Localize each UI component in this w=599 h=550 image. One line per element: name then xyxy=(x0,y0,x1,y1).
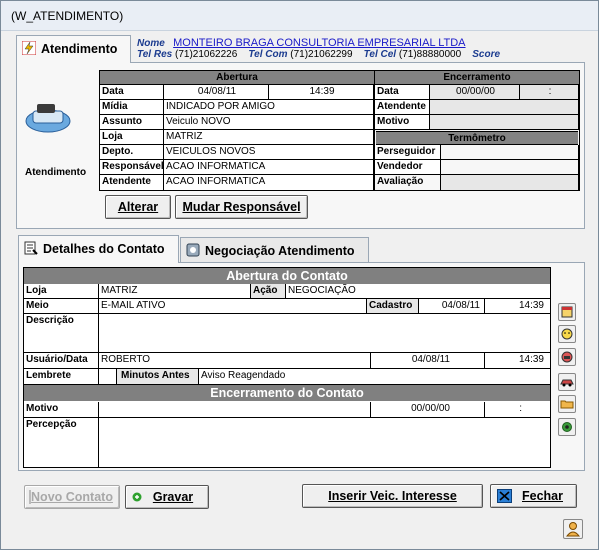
usuario-label: Usuário/Data xyxy=(24,353,99,369)
gear-icon[interactable] xyxy=(558,418,576,436)
tel-cel-value: (71)88880000 xyxy=(398,49,462,60)
tel-res-value: (71)21062226 xyxy=(174,49,238,60)
gravar-button[interactable]: Gravar xyxy=(125,485,209,509)
atendente-label: Atendente xyxy=(100,175,164,190)
percepcao-label: Percepção xyxy=(24,418,99,467)
user-icon[interactable] xyxy=(563,519,583,539)
atendimento-caption: Atendimento xyxy=(25,167,87,178)
contact-details-icon xyxy=(24,241,38,255)
perseguidor-value[interactable] xyxy=(441,145,579,160)
phone-icon[interactable] xyxy=(558,348,576,366)
tab-detalhes-label: Detalhes do Contato xyxy=(43,242,165,256)
percepcao-field[interactable] xyxy=(99,418,550,467)
client-phones-row: Tel Res (71)21062226 Tel Com (71)2106229… xyxy=(137,49,500,60)
inserir-veic-interesse-button[interactable]: Inserir Veic. Interesse xyxy=(302,484,483,508)
aviso-value[interactable]: Aviso Reagendado xyxy=(199,369,550,385)
encerramento-header: Encerramento xyxy=(375,71,579,85)
midia-label: Mídia xyxy=(100,100,164,115)
vendedor-label: Vendedor xyxy=(375,160,441,175)
contato-motivo-value[interactable] xyxy=(99,402,371,418)
lightning-icon xyxy=(22,41,36,55)
meio-label: Meio xyxy=(24,299,99,314)
fechar-button[interactable]: Fechar xyxy=(490,484,577,508)
abertura-hora-value[interactable]: 14:39 xyxy=(269,85,374,100)
enc-motivo-label: Motivo xyxy=(375,115,430,130)
assunto-value[interactable]: Veiculo NOVO xyxy=(164,115,374,130)
cadastro-hora[interactable]: 14:39 xyxy=(485,299,550,314)
perseguidor-label: Perseguidor xyxy=(375,145,441,160)
smiley-icon[interactable] xyxy=(558,325,576,343)
atendimento-icon xyxy=(25,104,71,133)
meio-value[interactable]: E-MAIL ATIVO xyxy=(99,299,367,314)
responsavel-label: Responsável xyxy=(100,160,164,175)
encerramento-contato-header: Encerramento do Contato xyxy=(24,385,550,401)
lembrete-label: Lembrete xyxy=(24,369,99,385)
folder-icon[interactable] xyxy=(558,395,576,413)
atendente-value[interactable]: ACAO INFORMATICA xyxy=(164,175,374,190)
tel-res-label: Tel Res xyxy=(137,49,173,60)
mudar-responsavel-button[interactable]: Mudar Responsável xyxy=(175,195,308,219)
close-icon xyxy=(497,489,512,503)
abertura-contato-header: Abertura do Contato xyxy=(24,268,550,284)
enc-motivo-value[interactable] xyxy=(430,115,579,130)
assunto-label: Assunto xyxy=(100,115,164,130)
car-icon[interactable] xyxy=(558,373,576,391)
acao-label: Ação xyxy=(251,284,286,299)
novo-contato-button[interactable]: Novo Contato xyxy=(24,485,120,509)
midia-value[interactable]: INDICADO POR AMIGO xyxy=(164,100,374,115)
window: (W_ATENDIMENTO) Atendimento Nome MONTEIR… xyxy=(0,0,599,550)
enc-hora-value[interactable]: : xyxy=(520,85,579,100)
lembrete-checkbox[interactable] xyxy=(99,369,117,385)
tab-negociacao[interactable]: Negociação Atendimento xyxy=(180,237,369,263)
contato-motivo-data[interactable]: 00/00/00 xyxy=(371,402,485,418)
contato-loja-value[interactable]: MATRIZ xyxy=(99,284,251,299)
tab-atendimento-label: Atendimento xyxy=(41,42,118,56)
client-name-row: Nome MONTEIRO BRAGA CONSULTORIA EMPRESAR… xyxy=(137,37,466,49)
acao-value[interactable]: NEGOCIAÇÃO xyxy=(286,284,550,299)
enc-data-value[interactable]: 00/00/00 xyxy=(430,85,520,100)
save-icon xyxy=(132,492,142,502)
calendar-icon[interactable] xyxy=(558,303,576,321)
usuario-hora[interactable]: 14:39 xyxy=(485,353,550,369)
tel-com-value: (71)21062299 xyxy=(290,49,353,60)
enc-atendente-value[interactable] xyxy=(430,100,579,115)
usuario-data[interactable]: 04/08/11 xyxy=(371,353,485,369)
alterar-button[interactable]: Alterar xyxy=(105,195,171,219)
depto-label: Depto. xyxy=(100,145,164,160)
score-label: Score xyxy=(472,49,501,60)
loja-value[interactable]: MATRIZ xyxy=(164,130,374,145)
enc-atendente-label: Atendente xyxy=(375,100,430,115)
tab-negociacao-label: Negociação Atendimento xyxy=(205,244,355,258)
data-label: Data xyxy=(100,85,164,100)
tel-cel-label: Tel Cel xyxy=(363,49,397,60)
enc-data-label: Data xyxy=(375,85,430,100)
cadastro-data[interactable]: 04/08/11 xyxy=(419,299,485,314)
contato-motivo-hora[interactable]: : xyxy=(485,402,550,418)
vendedor-value[interactable] xyxy=(441,160,579,175)
abertura-header: Abertura xyxy=(100,71,374,85)
tab-detalhes-contato[interactable]: Detalhes do Contato xyxy=(18,235,179,263)
avaliacao-value[interactable] xyxy=(441,175,579,190)
contato-loja-label: Loja xyxy=(24,284,99,299)
minutos-antes-label: Minutos Antes xyxy=(117,369,199,385)
descricao-field[interactable] xyxy=(99,314,550,353)
tel-com-label: Tel Com xyxy=(248,49,288,60)
name-label: Nome xyxy=(137,38,165,49)
descricao-label: Descrição xyxy=(24,314,99,353)
usuario-value[interactable]: ROBERTO xyxy=(99,353,371,369)
loja-label: Loja xyxy=(100,130,164,145)
abertura-data-value[interactable]: 04/08/11 xyxy=(164,85,269,100)
depto-value[interactable]: VEICULOS NOVOS xyxy=(164,145,374,160)
tab-atendimento[interactable]: Atendimento xyxy=(16,35,131,63)
title-bar: (W_ATENDIMENTO) xyxy=(1,1,598,31)
contato-motivo-label: Motivo xyxy=(24,402,99,418)
responsavel-value[interactable]: ACAO INFORMATICA xyxy=(164,160,374,175)
client-name-link[interactable]: MONTEIRO BRAGA CONSULTORIA EMPRESARIAL L… xyxy=(173,37,465,49)
cadastro-label: Cadastro xyxy=(367,299,419,314)
negotiation-icon xyxy=(186,243,200,257)
avaliacao-label: Avaliação xyxy=(375,175,441,190)
new-contact-icon xyxy=(29,490,31,504)
termometro-header: Termômetro xyxy=(376,131,578,145)
window-title: (W_ATENDIMENTO) xyxy=(11,9,124,23)
